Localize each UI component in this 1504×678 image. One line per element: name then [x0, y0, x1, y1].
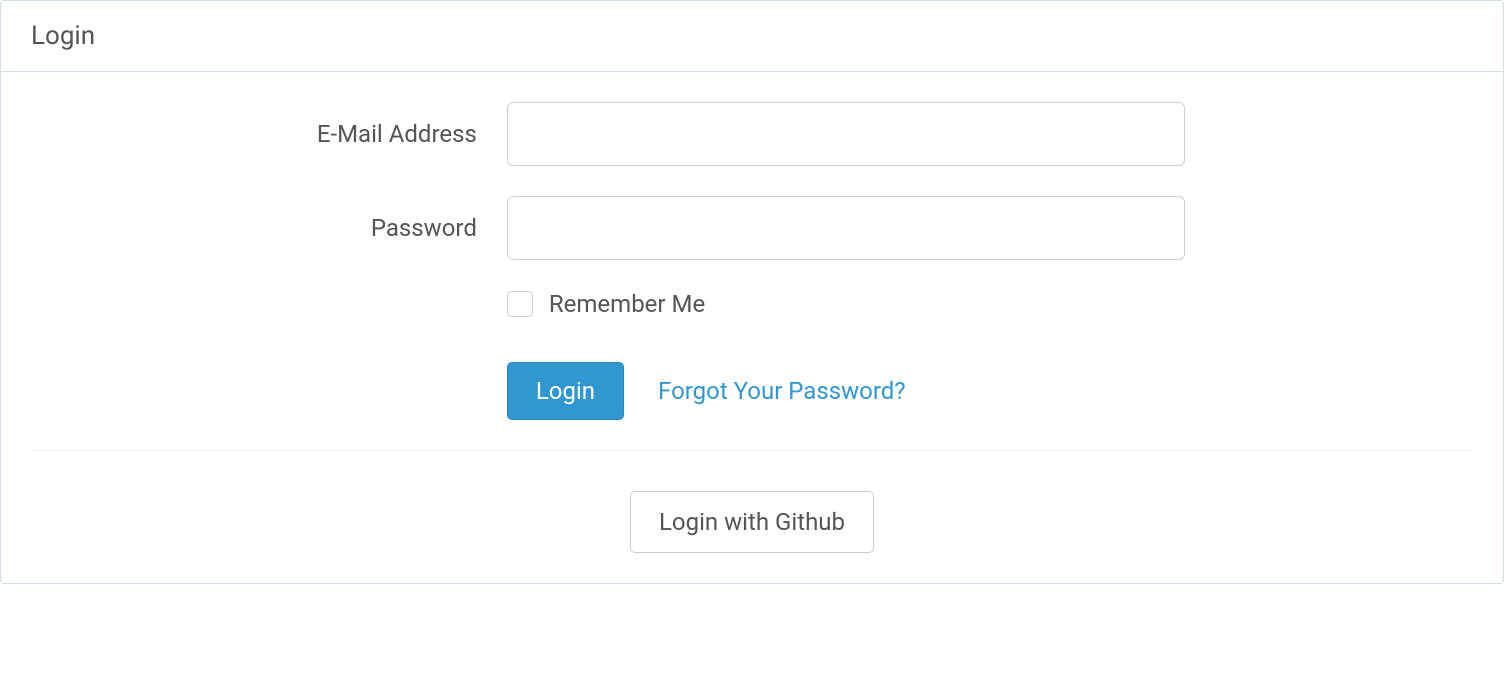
- divider: [31, 450, 1473, 451]
- remember-label[interactable]: Remember Me: [549, 290, 705, 318]
- oauth-row: Login with Github: [31, 491, 1473, 553]
- remember-checkbox[interactable]: [507, 291, 533, 317]
- email-input[interactable]: [507, 102, 1185, 166]
- login-button[interactable]: Login: [507, 362, 624, 420]
- action-row: Login Forgot Your Password?: [507, 362, 1473, 420]
- github-login-button[interactable]: Login with Github: [630, 491, 874, 553]
- login-panel: Login E-Mail Address Password Remember M…: [0, 0, 1504, 584]
- panel-heading: Login: [1, 1, 1503, 72]
- password-input-wrap: [507, 196, 1185, 260]
- email-label: E-Mail Address: [31, 120, 507, 148]
- panel-body: E-Mail Address Password Remember Me Logi…: [1, 72, 1503, 583]
- forgot-password-link[interactable]: Forgot Your Password?: [658, 377, 906, 405]
- email-group: E-Mail Address: [31, 102, 1473, 166]
- remember-group: Remember Me: [507, 290, 1473, 318]
- email-input-wrap: [507, 102, 1185, 166]
- password-input[interactable]: [507, 196, 1185, 260]
- password-group: Password: [31, 196, 1473, 260]
- password-label: Password: [31, 214, 507, 242]
